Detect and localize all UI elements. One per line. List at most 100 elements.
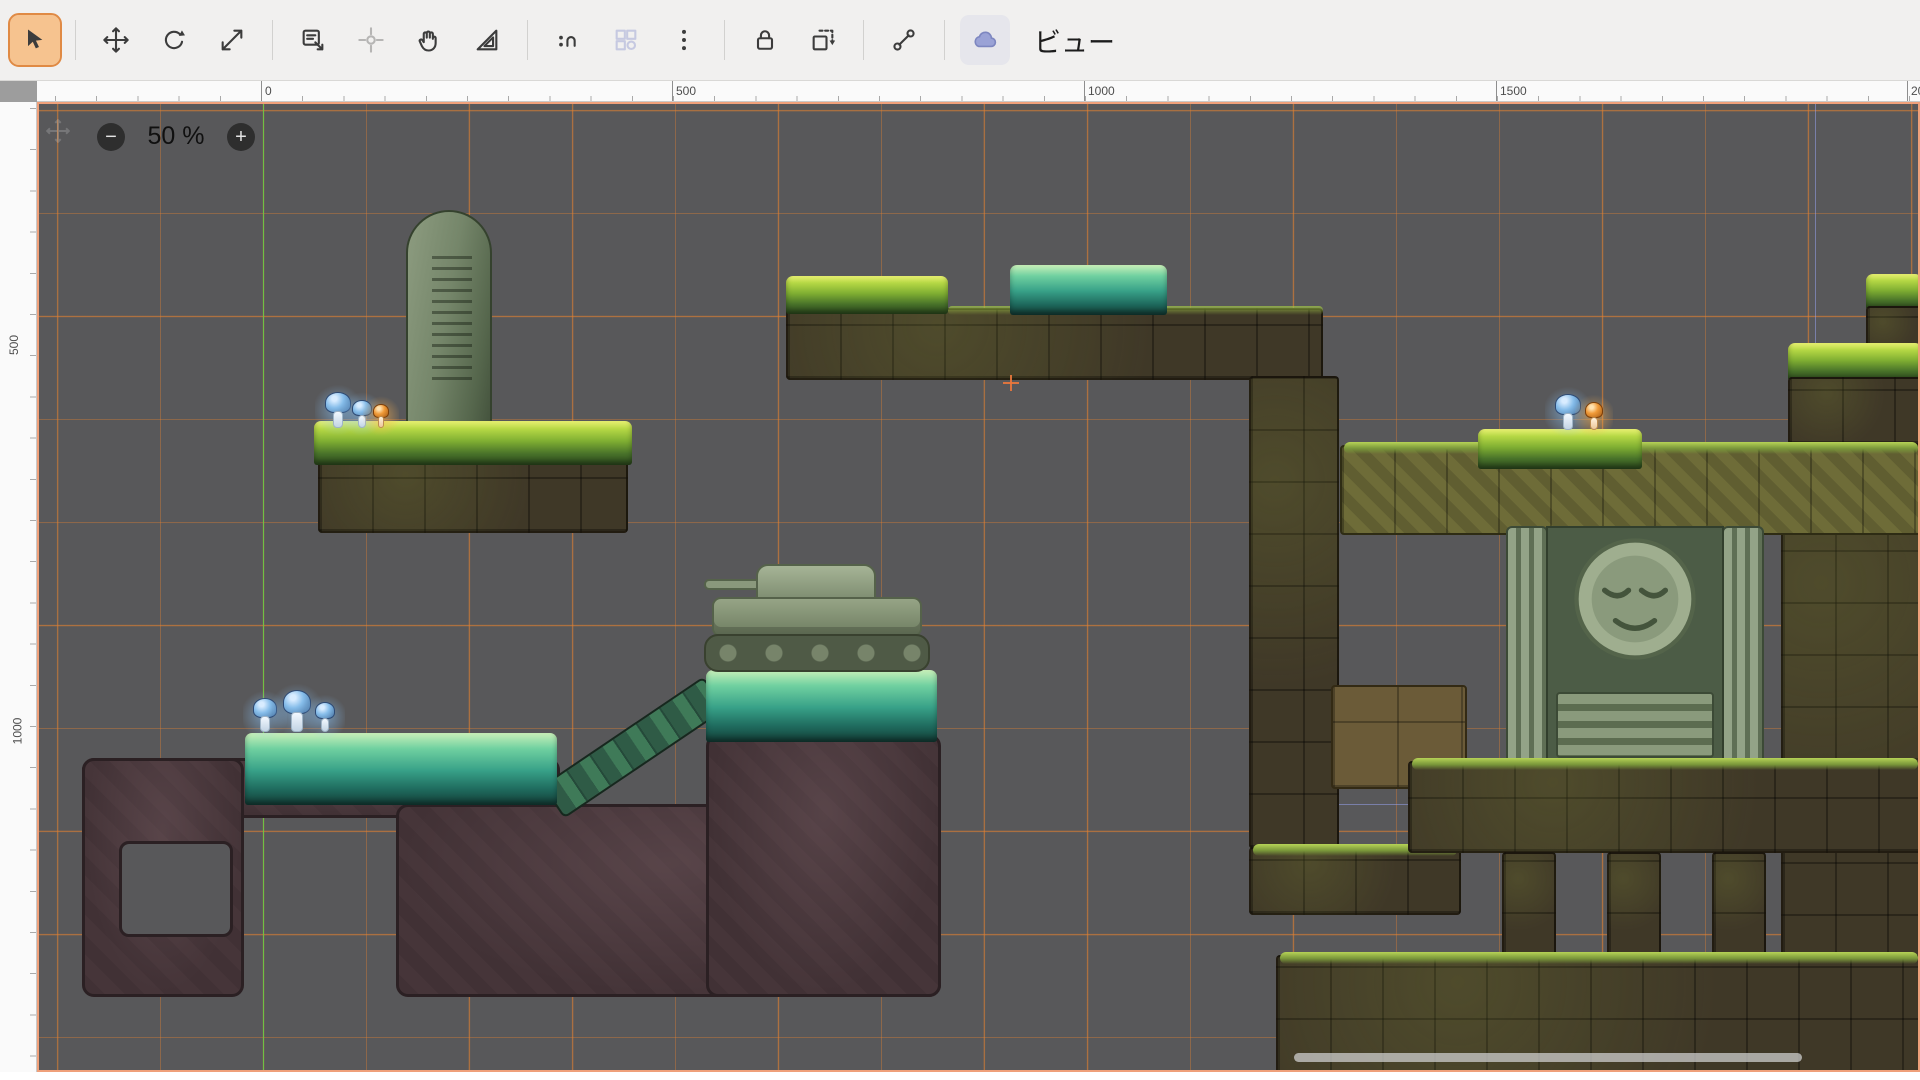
toolbar-separator <box>75 20 76 60</box>
lock-tool-button[interactable] <box>740 15 790 65</box>
more-options-button[interactable] <box>659 15 709 65</box>
grid-magnet-icon <box>612 26 640 54</box>
ruler-major-tick <box>1084 81 1085 101</box>
teal-grass-platform[interactable] <box>706 670 937 742</box>
ruler-label: 2000 <box>1911 84 1920 98</box>
lock-icon <box>751 26 779 54</box>
cave-hole <box>119 841 233 937</box>
precise-move-tool-button[interactable] <box>346 15 396 65</box>
cloud-tool-button[interactable] <box>960 15 1010 65</box>
mushroom-stem <box>321 718 329 732</box>
link-tool-button[interactable] <box>879 15 929 65</box>
select-tool-button[interactable] <box>10 15 60 65</box>
ruler-label: 500 <box>676 84 696 98</box>
pan-tool-button[interactable] <box>404 15 454 65</box>
ruler-label: 1000 <box>10 718 24 745</box>
toolbar: ビュー <box>0 0 1920 81</box>
move-arrows-icon <box>102 26 130 54</box>
grass-platform[interactable] <box>786 276 948 314</box>
crosshair-move-icon <box>357 26 385 54</box>
ruler-major-tick <box>1496 81 1497 101</box>
tank-track <box>704 634 930 672</box>
ruler-label: 0 <box>265 84 272 98</box>
tank-sprite[interactable] <box>704 564 930 672</box>
zoom-in-button[interactable]: + <box>227 123 255 151</box>
mushroom-sprite[interactable] <box>373 404 389 428</box>
scale-tool-button[interactable] <box>207 15 257 65</box>
transform-tool-button[interactable] <box>798 15 848 65</box>
bone-link-icon <box>890 26 918 54</box>
origin-cross-marker <box>1003 375 1019 391</box>
cursor-arrow-icon <box>21 26 49 54</box>
ruin-pillar[interactable] <box>1607 852 1661 968</box>
canvas-viewport[interactable]: − 50 % + <box>37 102 1920 1072</box>
rotate-tool-button[interactable] <box>149 15 199 65</box>
platform-tiles[interactable] <box>318 457 628 533</box>
rotate-icon <box>160 26 188 54</box>
ruin-pillar[interactable] <box>1502 852 1556 968</box>
toolbar-separator <box>724 20 725 60</box>
teal-grass-mound[interactable] <box>1010 265 1167 315</box>
tile-foot-block[interactable] <box>1249 847 1461 915</box>
set-square-icon <box>473 26 501 54</box>
snap-tool-button[interactable] <box>543 15 593 65</box>
ruler-label: 1500 <box>1500 84 1527 98</box>
toolbar-separator <box>272 20 273 60</box>
statue-sprite[interactable] <box>1506 526 1764 764</box>
grid-snap-tool-button[interactable] <box>601 15 651 65</box>
mushroom-stem <box>378 416 384 428</box>
cave-column[interactable] <box>706 734 941 997</box>
cloud-icon <box>971 26 999 54</box>
mushroom-cap <box>1585 402 1603 418</box>
platform-tiles[interactable] <box>786 308 1323 380</box>
platform-tiles[interactable] <box>1788 377 1920 445</box>
monolith-sprite[interactable] <box>406 210 492 452</box>
ruin-beam[interactable] <box>1408 761 1920 853</box>
toolbar-separator <box>863 20 864 60</box>
view-menu-label: ビュー <box>1034 21 1115 60</box>
move-tool-button[interactable] <box>91 15 141 65</box>
tank-hull <box>712 597 922 637</box>
monolith-carvings <box>432 256 472 386</box>
horizontal-scrollbar[interactable] <box>1294 1053 1802 1062</box>
toolbar-separator <box>527 20 528 60</box>
zoom-control: − 50 % + <box>97 122 255 151</box>
snap-dots-icon <box>554 26 582 54</box>
workspace: 0 500 1000 1500 2000 500 1000 <box>0 81 1920 1080</box>
statue-panel <box>1546 526 1724 764</box>
ruler-major-tick <box>261 81 262 101</box>
ruler-label: 500 <box>7 335 21 355</box>
teal-grass-platform[interactable] <box>245 733 557 805</box>
statue-pillar-right <box>1722 526 1764 764</box>
horizontal-ruler[interactable]: 0 500 1000 1500 2000 <box>37 81 1920 102</box>
ellipsis-icon <box>670 26 698 54</box>
statue-face <box>1570 534 1700 664</box>
ruler-corner <box>0 81 37 102</box>
statue-pedestal <box>1556 692 1714 758</box>
view-menu-button[interactable]: ビュー <box>1018 15 1131 65</box>
toolbar-separator <box>944 20 945 60</box>
statue-pillar-left <box>1506 526 1548 764</box>
grass-platform[interactable] <box>1866 274 1920 310</box>
zoom-level-value: 50 % <box>140 122 212 151</box>
mushroom-stem <box>1590 417 1597 430</box>
ruler-major-tick <box>672 81 673 101</box>
faint-move-icon <box>45 118 71 144</box>
mushroom-stem <box>291 712 302 732</box>
grass-platform[interactable] <box>1788 343 1920 381</box>
ruler-label: 1000 <box>1088 84 1115 98</box>
layer-select-tool-button[interactable] <box>288 15 338 65</box>
mushroom-stem <box>1563 413 1573 430</box>
mushroom-sprite[interactable] <box>315 702 335 732</box>
ruin-pillar[interactable] <box>1712 852 1766 968</box>
mushroom-sprite[interactable] <box>1585 402 1603 430</box>
zoom-out-button[interactable]: − <box>97 123 125 151</box>
ruler-major-tick <box>1907 81 1908 101</box>
tile-column[interactable] <box>1249 376 1339 849</box>
transform-grid-icon <box>809 26 837 54</box>
mushroom-stem <box>260 716 270 732</box>
origin-axis-line <box>263 104 264 1070</box>
vertical-ruler[interactable]: 500 1000 <box>0 102 37 1072</box>
measure-tool-button[interactable] <box>462 15 512 65</box>
mushroom-cap <box>315 702 335 719</box>
